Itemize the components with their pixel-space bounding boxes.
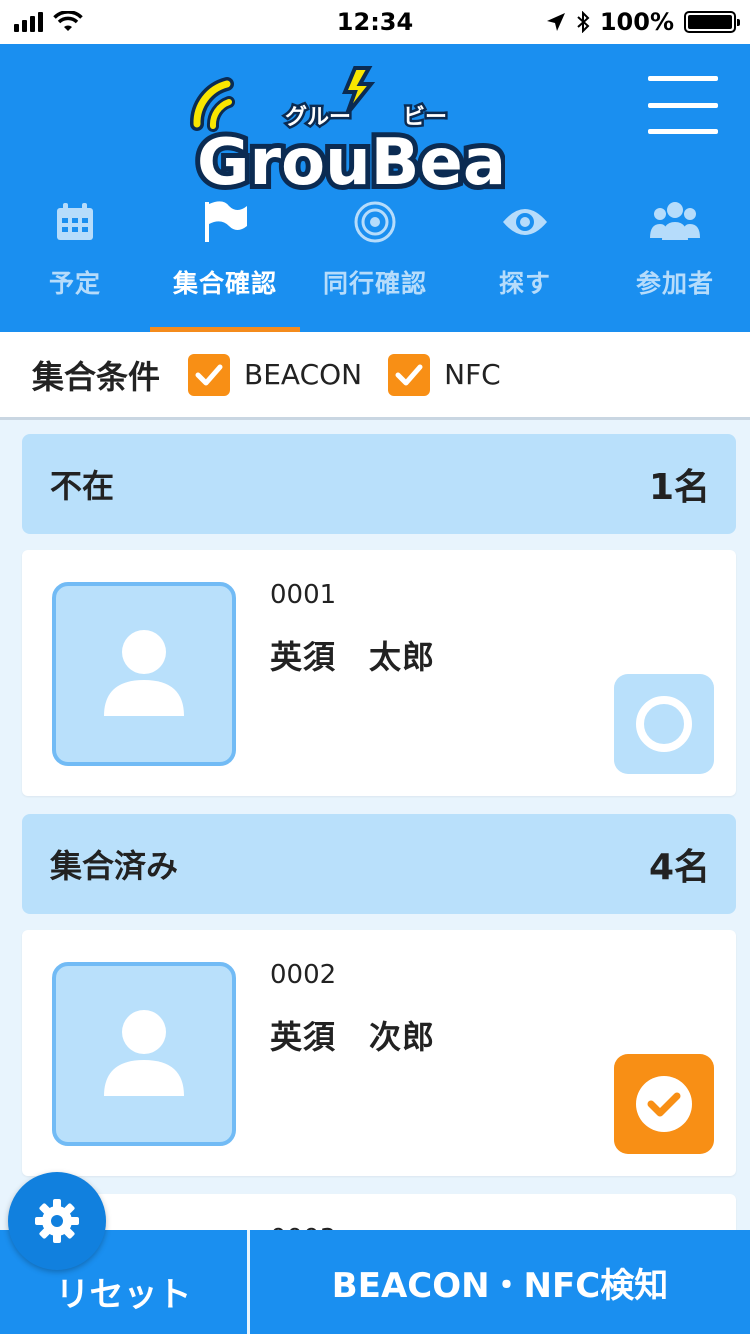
section-count: 1名 [648,467,710,508]
member-list[interactable]: 不在 1名 0001 英須 太郎 集合済み 4名 0002 英須 次郎 0003 [0,420,750,1230]
attendance-toggle-button[interactable] [614,674,714,774]
member-id: 0002 [270,960,337,990]
member-card[interactable]: 0001 英須 太郎 [22,550,736,796]
section-title: 集合済み [50,847,179,885]
battery-percent: 100% [599,8,674,36]
member-id: 0001 [270,580,337,610]
tab-search[interactable]: 探す [450,188,600,332]
group-icon [649,196,701,248]
gathering-conditions: 集合条件 BEACON NFC [0,332,750,420]
wifi-icon [53,11,83,31]
settings-button[interactable] [8,1172,106,1270]
radar-icon [349,196,401,248]
section-gathered-header: 集合済み 4名 [22,814,736,914]
checkmark-icon [388,353,431,396]
conditions-title: 集合条件 [32,357,161,396]
tab-label: 集合確認 [172,269,277,298]
beacon-label: BEACON [244,358,363,391]
tab-label: 探す [498,269,551,298]
flag-icon [199,196,251,248]
battery-icon [684,11,740,33]
beacon-nfc-detect-button[interactable]: BEACON・NFC検知 [250,1230,750,1334]
beacon-checkbox[interactable]: BEACON [188,353,363,396]
tab-gathering-check[interactable]: 集合確認 [150,188,300,332]
person-icon [104,1010,184,1096]
tab-label: 同行確認 [322,269,427,298]
app-header: GrouBea グルー ビー 予定 集合確認 同行確認 探す 参加者 [0,44,750,332]
member-name: 英須 次郎 [270,1018,436,1056]
location-arrow-icon [546,13,565,31]
logo-kana: グルー [285,104,351,130]
tab-participants[interactable]: 参加者 [600,188,750,332]
person-icon [104,630,184,716]
hamburger-menu-icon[interactable] [648,76,718,134]
tab-bar: 予定 集合確認 同行確認 探す 参加者 [0,188,750,332]
eye-icon [499,196,551,248]
gear-icon [35,1199,79,1243]
nfc-checkbox[interactable]: NFC [388,353,501,396]
tab-accompany-check[interactable]: 同行確認 [300,188,450,332]
avatar [52,962,236,1146]
section-count: 4名 [648,847,710,888]
tab-schedule[interactable]: 予定 [0,188,150,332]
member-name: 英須 太郎 [270,638,436,676]
section-absent-header: 不在 1名 [22,434,736,534]
member-card[interactable]: 0002 英須 次郎 [22,930,736,1176]
svg-text:ビー: ビー [403,105,447,130]
status-right: 100% [546,8,740,36]
section-title: 不在 [50,467,115,505]
tab-label: 参加者 [635,269,714,298]
circle-outline-icon [636,696,692,752]
nfc-label: NFC [444,358,501,391]
member-card[interactable]: 0003 [22,1194,736,1230]
calendar-icon [49,196,101,248]
status-bar: 12:34 100% [0,0,750,44]
tab-label: 予定 [48,269,101,298]
bluetooth-icon [577,11,590,33]
status-left [14,11,83,33]
attendance-toggle-button[interactable] [614,1054,714,1154]
avatar [52,582,236,766]
check-circle-icon [636,1076,692,1132]
checkmark-icon [188,353,231,396]
signal-icon [14,12,43,32]
bottom-action-bar: リセット BEACON・NFC検知 [0,1230,750,1334]
